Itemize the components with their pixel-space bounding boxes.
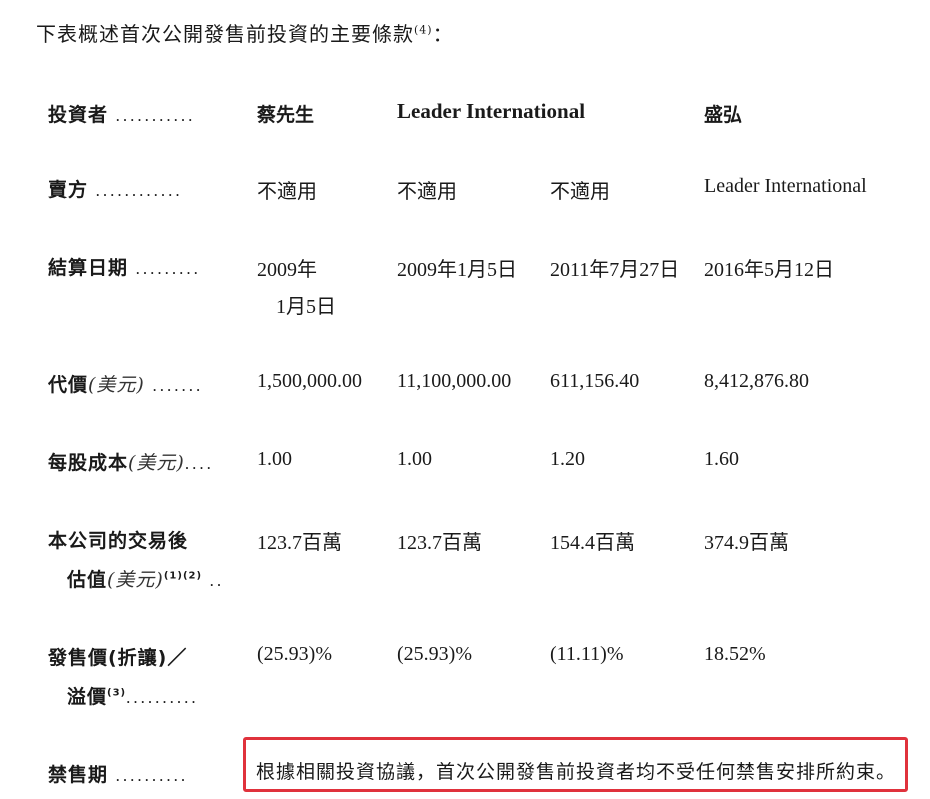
discount-label-line2: 溢價(3).......... xyxy=(67,686,199,708)
discount-c3: (11.11)% xyxy=(550,643,624,665)
settlement-c3: 2011年7月27日 xyxy=(550,259,680,281)
discount-c1: (25.93)% xyxy=(257,643,332,665)
cost-per-share-c2: 1.00 xyxy=(397,448,432,470)
settlement-label: 結算日期 ......... xyxy=(48,257,201,279)
valuation-c4: 374.9百萬 xyxy=(704,532,789,554)
consideration-label: 代價(美元) ....... xyxy=(48,374,204,396)
settlement-c1-line1: 2009年 xyxy=(257,259,317,281)
valuation-c3: 154.4百萬 xyxy=(550,532,635,554)
seller-label: 賣方 ............ xyxy=(48,179,183,201)
valuation-c2: 123.7百萬 xyxy=(397,532,482,554)
consideration-c2: 11,100,000.00 xyxy=(397,370,512,392)
seller-c1: 不適用 xyxy=(257,181,317,203)
valuation-label-line1: 本公司的交易後 xyxy=(48,530,189,552)
cost-per-share-c4: 1.60 xyxy=(704,448,739,470)
header-col4: 盛弘 xyxy=(704,104,743,126)
cost-per-share-label: 每股成本(美元).... xyxy=(48,452,214,474)
consideration-c1: 1,500,000.00 xyxy=(257,370,362,392)
discount-c4: 18.52% xyxy=(704,643,766,665)
valuation-label-line2: 估值(美元)(1)(2) .. xyxy=(67,569,225,591)
header-col1: 蔡先生 xyxy=(257,104,315,126)
intro-text: 下表概述首次公開發售前投資的主要條款(4)： xyxy=(36,22,454,46)
discount-c2: (25.93)% xyxy=(397,643,472,665)
header-col2: Leader International xyxy=(397,99,586,123)
seller-c4: Leader International xyxy=(704,175,867,197)
lockup-text: 根據相關投資協議，首次公開發售前投資者均不受任何禁售安排所約束。 xyxy=(256,761,897,783)
settlement-c2: 2009年1月5日 xyxy=(397,259,517,281)
seller-c3: 不適用 xyxy=(550,181,610,203)
consideration-c3: 611,156.40 xyxy=(550,370,640,392)
cost-per-share-c3: 1.20 xyxy=(550,448,585,470)
settlement-c1-line2: 1月5日 xyxy=(276,296,336,318)
cost-per-share-c1: 1.00 xyxy=(257,448,292,470)
seller-c2: 不適用 xyxy=(397,181,457,203)
valuation-c1: 123.7百萬 xyxy=(257,532,342,554)
investor-label: 投資者 ........... xyxy=(48,104,196,126)
lockup-label: 禁售期 .......... xyxy=(48,764,189,786)
consideration-c4: 8,412,876.80 xyxy=(704,370,809,392)
settlement-c4: 2016年5月12日 xyxy=(704,259,834,281)
discount-label-line1: 發售價(折讓)／ xyxy=(48,647,188,669)
